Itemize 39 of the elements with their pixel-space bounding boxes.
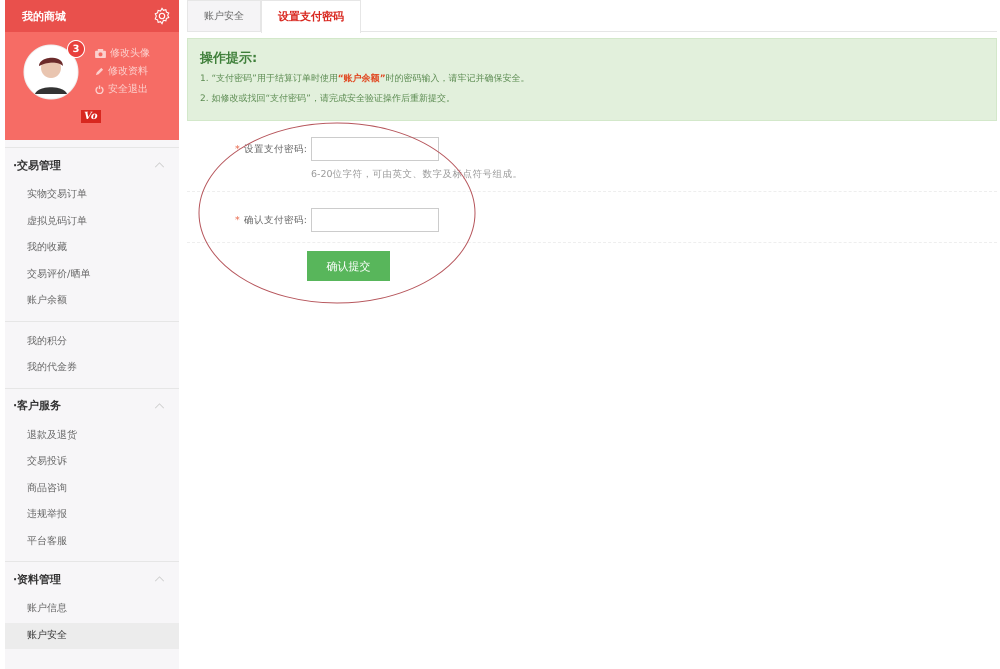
password-field[interactable] [311, 137, 439, 161]
level-badge: Vo [81, 110, 101, 123]
menu-item[interactable]: 平台客服 [5, 528, 179, 555]
field-label: 设置支付密码: [244, 144, 307, 155]
menu-item[interactable]: 我的代金券 [5, 355, 179, 382]
tip-text: 1. “支付密码”用于结算订单时使用“账户余额”时的密码输入，请牢记并确保安全。 [200, 72, 531, 86]
settings-icon[interactable] [153, 7, 171, 25]
password-field[interactable] [311, 208, 439, 232]
notification-badge: 3 [67, 40, 85, 58]
menu-item[interactable]: 违规举报 [5, 502, 179, 528]
menu-item[interactable]: 退款及退货 [5, 422, 179, 449]
tip-text: 2. 如修改或找回“支付密码”，请完成安全验证操作后重新提交。 [200, 92, 456, 106]
menu-item[interactable]: 交易投诉 [5, 449, 179, 476]
group-title: ·资料管理 [13, 572, 62, 586]
menu-item[interactable]: 账户信息 [5, 596, 179, 622]
tab[interactable]: 账户安全 [187, 0, 261, 31]
group-title: ·客户服务 [13, 398, 62, 413]
menu-group-header[interactable]: ·客户服务 [5, 388, 179, 422]
menu-group-header[interactable]: ·资料管理 [5, 562, 179, 596]
store-title: 我的商城 [22, 8, 66, 24]
menu-item[interactable]: 我的积分 [5, 328, 179, 355]
pencil-icon [95, 66, 104, 76]
group-title: ·交易管理 [13, 158, 62, 172]
avatar-icon [23, 44, 79, 100]
menu-item[interactable]: 虚拟兑码订单 [5, 208, 179, 235]
menu-item[interactable]: 商品咨询 [5, 476, 179, 502]
tab[interactable]: 设置支付密码 [261, 0, 361, 33]
menu-item[interactable]: 账户安全 [5, 622, 179, 649]
camera-icon [95, 48, 106, 58]
menu-item[interactable]: 实物交易订单 [5, 182, 179, 208]
menu-item[interactable]: 账户余额 [5, 288, 179, 314]
menu-item[interactable]: 交易评价/晒单 [5, 262, 179, 288]
tips-title: 操作提示: [200, 50, 258, 67]
required-mark: * [235, 215, 240, 226]
field-label: 确认支付密码: [244, 215, 307, 226]
power-icon [95, 84, 104, 94]
menu-item[interactable]: 我的收藏 [5, 235, 179, 262]
required-mark: * [235, 144, 240, 155]
menu-group-header[interactable]: ·交易管理 [5, 148, 179, 182]
